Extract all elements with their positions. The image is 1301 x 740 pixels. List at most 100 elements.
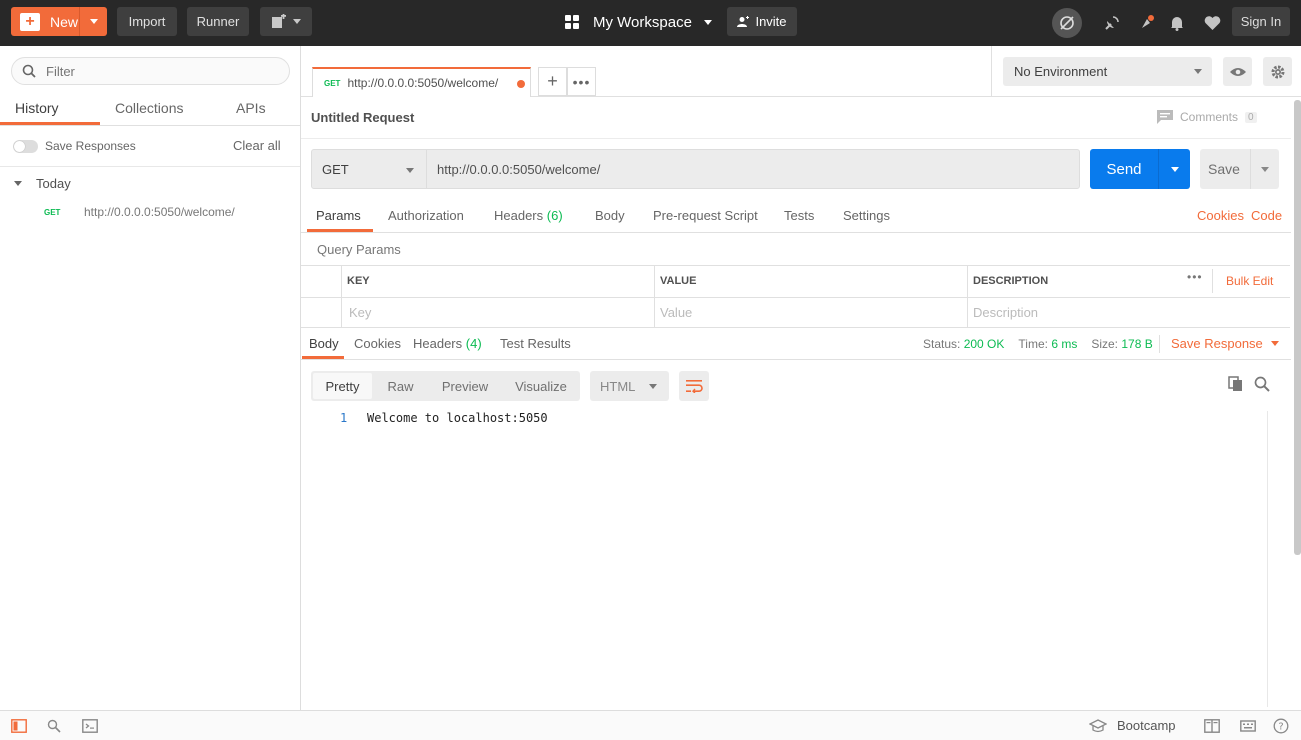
value-column-header: VALUE bbox=[660, 275, 697, 287]
wrap-lines-button[interactable] bbox=[679, 371, 709, 401]
filter-input[interactable] bbox=[46, 63, 266, 79]
save-response-button[interactable]: Save Response bbox=[1171, 336, 1279, 351]
request-tab[interactable]: GET http://0.0.0.0:5050/welcome/ bbox=[312, 67, 531, 97]
environment-select[interactable]: No Environment bbox=[1003, 57, 1212, 86]
chevron-down-icon bbox=[1261, 166, 1269, 172]
cookies-link[interactable]: Cookies bbox=[1197, 208, 1244, 223]
query-params-table: KEY VALUE DESCRIPTION ••• Bulk Edit Key … bbox=[301, 265, 1290, 328]
two-pane-view-icon[interactable] bbox=[1203, 717, 1221, 735]
value-input[interactable]: Value bbox=[660, 305, 692, 320]
view-mode-raw[interactable]: Raw bbox=[384, 371, 417, 401]
time-value[interactable]: 6 ms bbox=[1051, 337, 1077, 351]
copy-icon[interactable] bbox=[1228, 376, 1243, 395]
console-icon[interactable] bbox=[81, 717, 99, 735]
heart-icon[interactable] bbox=[1198, 9, 1226, 37]
new-window-button[interactable] bbox=[260, 7, 312, 36]
keyboard-shortcuts-icon[interactable] bbox=[1239, 717, 1257, 735]
environment-quick-look-button[interactable] bbox=[1223, 57, 1252, 86]
top-bar: + New Import Runner My Workspace Invite … bbox=[0, 0, 1301, 46]
new-dropdown-caret[interactable] bbox=[79, 7, 107, 36]
clear-all-link[interactable]: Clear all bbox=[233, 138, 281, 153]
bulk-edit-link[interactable]: Bulk Edit bbox=[1226, 274, 1273, 288]
search-icon[interactable] bbox=[1254, 376, 1270, 395]
tab-url: http://0.0.0.0:5050/welcome/ bbox=[347, 76, 499, 90]
filter-box[interactable] bbox=[11, 57, 290, 85]
response-tab-headers[interactable]: Headers (4) bbox=[413, 336, 482, 351]
response-tab-cookies[interactable]: Cookies bbox=[354, 336, 401, 351]
import-button[interactable]: Import bbox=[117, 7, 177, 36]
code-link[interactable]: Code bbox=[1251, 208, 1282, 223]
chevron-down-icon bbox=[649, 384, 657, 389]
more-icon[interactable]: ••• bbox=[1187, 270, 1203, 284]
method-select[interactable]: GET bbox=[311, 149, 427, 189]
tab-options-button[interactable]: ••• bbox=[567, 67, 596, 96]
description-column-header: DESCRIPTION bbox=[973, 275, 1049, 287]
history-group-today[interactable]: Today bbox=[14, 176, 71, 191]
capture-requests-icon[interactable] bbox=[1133, 9, 1161, 37]
view-mode-pretty[interactable]: Pretty bbox=[313, 373, 372, 399]
divider bbox=[0, 125, 300, 126]
help-icon[interactable]: ? bbox=[1272, 717, 1290, 735]
time-label: Time: bbox=[1018, 337, 1048, 351]
divider bbox=[1212, 269, 1213, 293]
invite-button[interactable]: Invite bbox=[727, 7, 797, 36]
send-options-button[interactable] bbox=[1158, 149, 1190, 189]
url-input[interactable] bbox=[437, 161, 1057, 177]
response-tab-test-results[interactable]: Test Results bbox=[500, 336, 571, 351]
tab-settings[interactable]: Settings bbox=[843, 208, 890, 223]
tab-prerequest-script[interactable]: Pre-request Script bbox=[653, 208, 758, 223]
manage-environments-button[interactable] bbox=[1263, 57, 1292, 86]
plus-icon: + bbox=[547, 71, 558, 91]
comments-button[interactable]: Comments 0 bbox=[1157, 110, 1257, 124]
history-item[interactable]: GET http://0.0.0.0:5050/welcome/ bbox=[44, 205, 235, 219]
view-mode-visualize[interactable]: Visualize bbox=[511, 371, 571, 401]
grid-icon bbox=[565, 15, 579, 29]
save-label: Save bbox=[1208, 161, 1240, 177]
tab-authorization[interactable]: Authorization bbox=[388, 208, 464, 223]
url-field[interactable] bbox=[426, 149, 1080, 189]
request-tab-strip: GET http://0.0.0.0:5050/welcome/ + ••• bbox=[301, 46, 991, 97]
tab-body[interactable]: Body bbox=[595, 208, 625, 223]
svg-text:?: ? bbox=[1278, 722, 1283, 733]
key-column-header: KEY bbox=[347, 275, 370, 287]
status-value[interactable]: 200 OK bbox=[964, 337, 1005, 351]
divider bbox=[301, 138, 1291, 139]
new-tab-button[interactable]: + bbox=[538, 67, 567, 96]
status-meta: Status: 200 OK bbox=[923, 337, 1004, 351]
save-options-button[interactable] bbox=[1250, 149, 1279, 189]
key-input[interactable]: Key bbox=[349, 305, 371, 320]
request-title[interactable]: Untitled Request bbox=[311, 110, 414, 125]
description-input[interactable]: Description bbox=[973, 305, 1038, 320]
view-mode-preview[interactable]: Preview bbox=[436, 371, 494, 401]
bell-icon[interactable] bbox=[1163, 9, 1191, 37]
language-select[interactable]: HTML bbox=[590, 371, 669, 401]
method-label: GET bbox=[322, 161, 349, 177]
bootcamp-button[interactable]: Bootcamp bbox=[1089, 718, 1176, 733]
new-button[interactable]: + New bbox=[11, 7, 107, 36]
query-params-label: Query Params bbox=[317, 242, 401, 257]
tab-method: GET bbox=[324, 78, 341, 88]
add-user-icon bbox=[737, 15, 750, 27]
editor-scrollbar[interactable] bbox=[1267, 411, 1280, 707]
page-scrollbar[interactable] bbox=[1294, 100, 1301, 555]
unsaved-dot-icon bbox=[517, 80, 525, 88]
satellite-icon[interactable] bbox=[1098, 9, 1126, 37]
size-value[interactable]: 178 B bbox=[1121, 337, 1152, 351]
tab-params[interactable]: Params bbox=[316, 208, 361, 223]
tab-headers[interactable]: Headers (6) bbox=[494, 208, 563, 223]
save-responses-toggle[interactable] bbox=[13, 140, 38, 153]
sidebar-tab-apis[interactable]: APIs bbox=[236, 100, 266, 126]
runner-button[interactable]: Runner bbox=[187, 7, 249, 36]
tab-tests[interactable]: Tests bbox=[784, 208, 814, 223]
save-button[interactable]: Save bbox=[1200, 149, 1279, 189]
sign-in-button[interactable]: Sign In bbox=[1232, 7, 1290, 36]
sidebar-tab-collections[interactable]: Collections bbox=[115, 100, 183, 126]
response-tab-body[interactable]: Body bbox=[309, 336, 339, 351]
time-meta: Time: 6 ms bbox=[1018, 337, 1077, 351]
line-number: 1 bbox=[340, 411, 348, 425]
send-button[interactable]: Send bbox=[1090, 149, 1190, 189]
workspace-switcher[interactable]: My Workspace bbox=[565, 8, 712, 36]
sync-status-icon[interactable] bbox=[1052, 8, 1082, 38]
toggle-sidebar-icon[interactable] bbox=[10, 717, 28, 735]
find-icon[interactable] bbox=[45, 717, 63, 735]
